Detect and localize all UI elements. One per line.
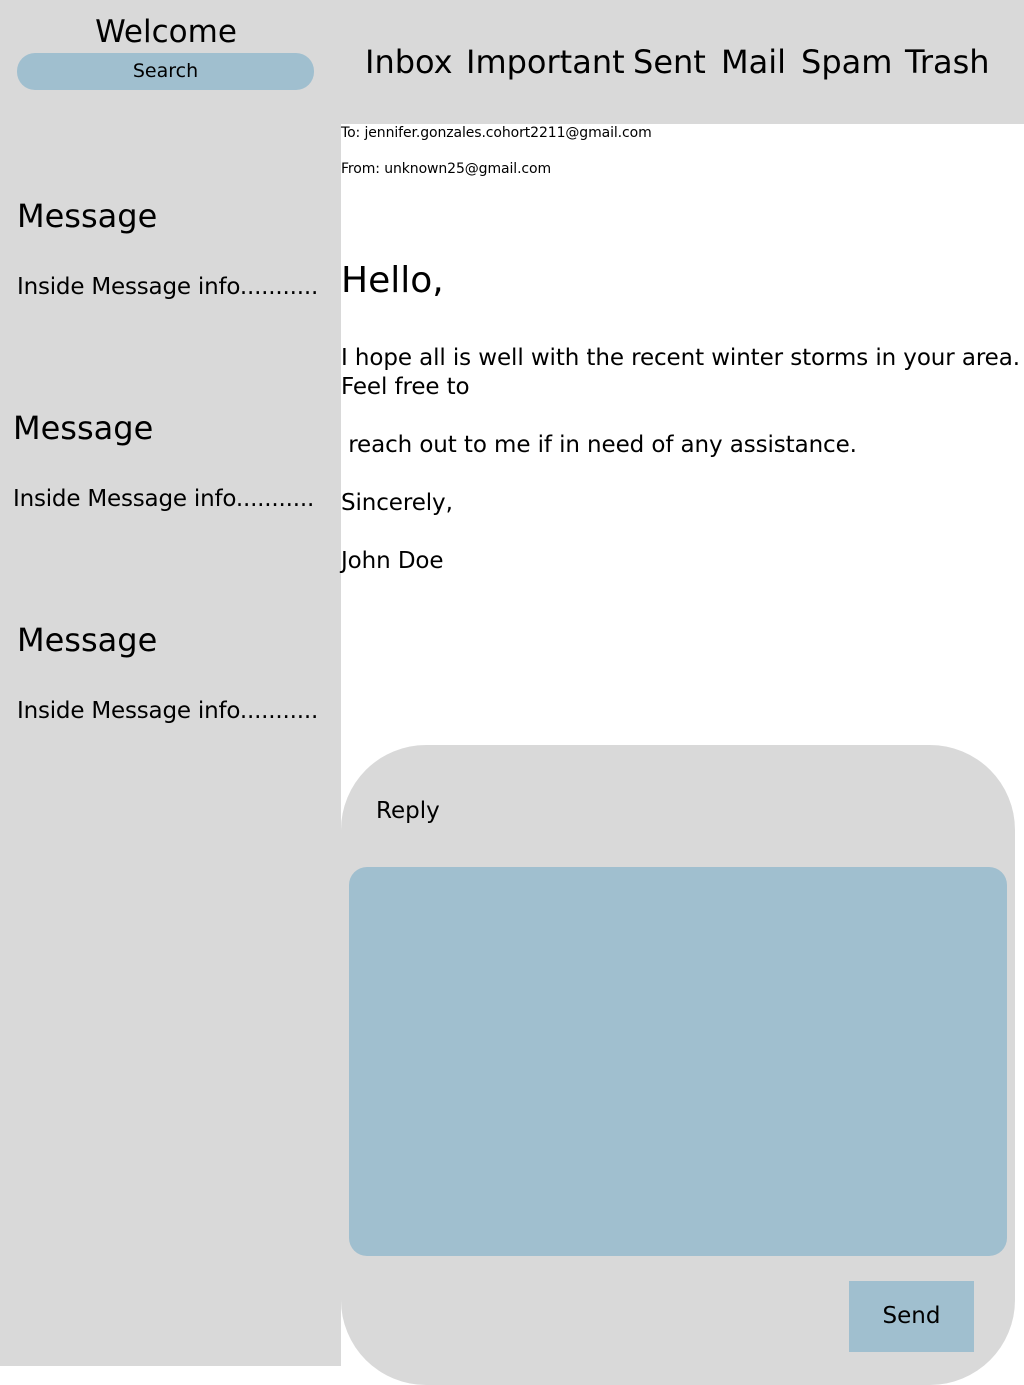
message-item-title[interactable]: Message xyxy=(17,196,157,236)
email-to: To: jennifer.gonzales.cohort2211@gmail.c… xyxy=(341,125,652,141)
search-button[interactable]: Search xyxy=(17,53,314,90)
reply-label: Reply xyxy=(376,798,440,824)
email-from: From: unknown25@gmail.com xyxy=(341,161,552,177)
send-button-label: Send xyxy=(882,1303,941,1329)
email-signature: John Doe xyxy=(341,548,444,574)
email-body-line: Feel free to xyxy=(341,374,470,400)
nav-important[interactable]: Important xyxy=(466,40,625,84)
message-item-title[interactable]: Message xyxy=(13,408,153,448)
email-closing: Sincerely, xyxy=(341,490,453,516)
nav-sent[interactable]: Sent xyxy=(633,40,706,84)
email-greeting: Hello, xyxy=(341,260,444,301)
email-body-line: reach out to me if in need of any assist… xyxy=(341,432,857,458)
send-button[interactable]: Send xyxy=(849,1281,974,1352)
reply-textarea[interactable] xyxy=(349,867,1007,1256)
nav-inbox[interactable]: Inbox xyxy=(365,40,453,84)
message-item-preview[interactable]: Inside Message info........... xyxy=(13,484,314,514)
message-item-title[interactable]: Message xyxy=(17,620,157,660)
sidebar: Welcome Search Message Inside Message in… xyxy=(0,0,341,1366)
nav-spam[interactable]: Spam xyxy=(801,40,892,84)
message-item-preview[interactable]: Inside Message info........... xyxy=(17,272,318,302)
nav-mail[interactable]: Mail xyxy=(721,40,786,84)
nav-trash[interactable]: Trash xyxy=(905,40,990,84)
message-item-preview[interactable]: Inside Message info........... xyxy=(17,696,318,726)
email-body-line: I hope all is well with the recent winte… xyxy=(341,345,1020,371)
welcome-heading: Welcome xyxy=(95,14,237,50)
